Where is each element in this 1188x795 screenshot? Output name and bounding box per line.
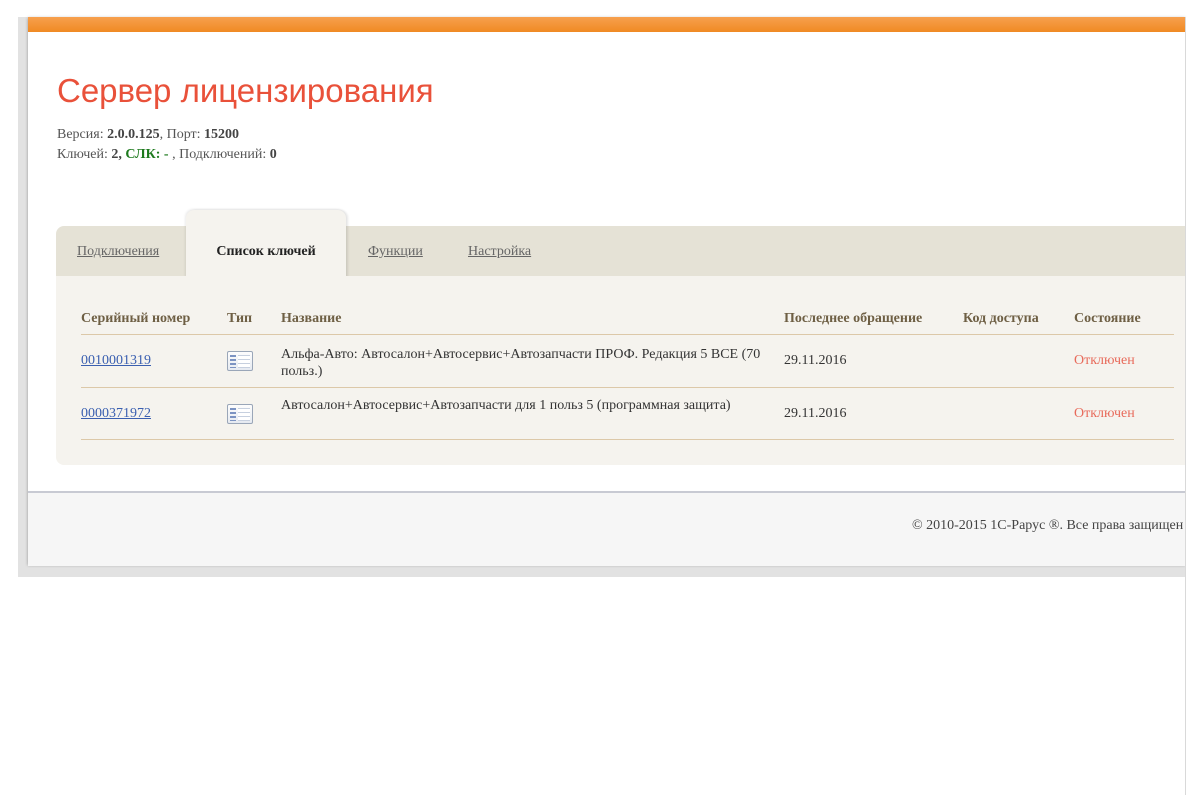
column-header-last-access: Последнее обращение — [784, 311, 923, 326]
last-access-date: 29.11.2016 — [784, 353, 847, 368]
row-divider — [81, 439, 1174, 440]
connections-value: 0 — [269, 147, 277, 162]
slk-label: СЛК: — [125, 147, 161, 162]
version-label: Версия: — [57, 127, 104, 142]
tab-bar: Подключения Список ключей Функции Настро… — [56, 210, 1185, 278]
keys-info-line: Ключей: 2, СЛК: - , Подключений: 0 — [57, 147, 277, 163]
keys-value: 2, — [111, 147, 122, 162]
port-label: , Порт: — [159, 127, 201, 142]
column-header-serial: Серийный номер — [81, 311, 191, 326]
column-header-state: Состояние — [1074, 311, 1141, 326]
header-divider — [81, 334, 1174, 335]
status-badge: Отключен — [1074, 406, 1135, 421]
accent-top-bar — [28, 17, 1185, 32]
tab-functions[interactable]: Функции — [368, 244, 423, 260]
tab-key-list-label: Список ключей — [216, 244, 316, 259]
port-value: 15200 — [204, 127, 240, 142]
license-server-page: Сервер лицензирования Версия: 2.0.0.125,… — [28, 17, 1185, 566]
tab-connections[interactable]: Подключения — [77, 244, 159, 260]
row-divider — [81, 387, 1174, 388]
serial-number-link[interactable]: 0000371972 — [81, 406, 151, 422]
connections-label: , Подключений: — [172, 147, 267, 162]
license-key-icon — [227, 351, 253, 371]
column-header-type: Тип — [227, 311, 253, 326]
tab-key-list[interactable]: Список ключей — [186, 210, 346, 278]
key-name: Альфа-Авто: Автосалон+Автосервис+Автозап… — [281, 347, 761, 379]
page-footer: © 2010-2015 1С-Рарус ®. Все права защище… — [28, 491, 1185, 566]
slk-value: - — [163, 147, 169, 162]
status-badge: Отключен — [1074, 353, 1135, 368]
key-list-content: Серийный номер Тип Название Последнее об… — [56, 276, 1185, 465]
copyright-text: © 2010-2015 1С-Рарус ®. Все права защище… — [912, 518, 1184, 533]
column-header-name: Название — [281, 311, 342, 326]
serial-number-link[interactable]: 0010001319 — [81, 353, 151, 369]
keys-label: Ключей: — [57, 147, 108, 162]
version-value: 2.0.0.125 — [107, 127, 160, 142]
license-key-icon — [227, 404, 253, 424]
column-header-access-code: Код доступа — [963, 311, 1039, 326]
tabs-panel: Подключения Список ключей Функции Настро… — [56, 210, 1185, 465]
last-access-date: 29.11.2016 — [784, 406, 847, 421]
tab-settings[interactable]: Настройка — [468, 244, 531, 260]
page-title: Сервер лицензирования — [57, 72, 434, 109]
version-info-line: Версия: 2.0.0.125, Порт: 15200 — [57, 127, 239, 143]
key-name: Автосалон+Автосервис+Автозапчасти для 1 … — [281, 398, 731, 413]
